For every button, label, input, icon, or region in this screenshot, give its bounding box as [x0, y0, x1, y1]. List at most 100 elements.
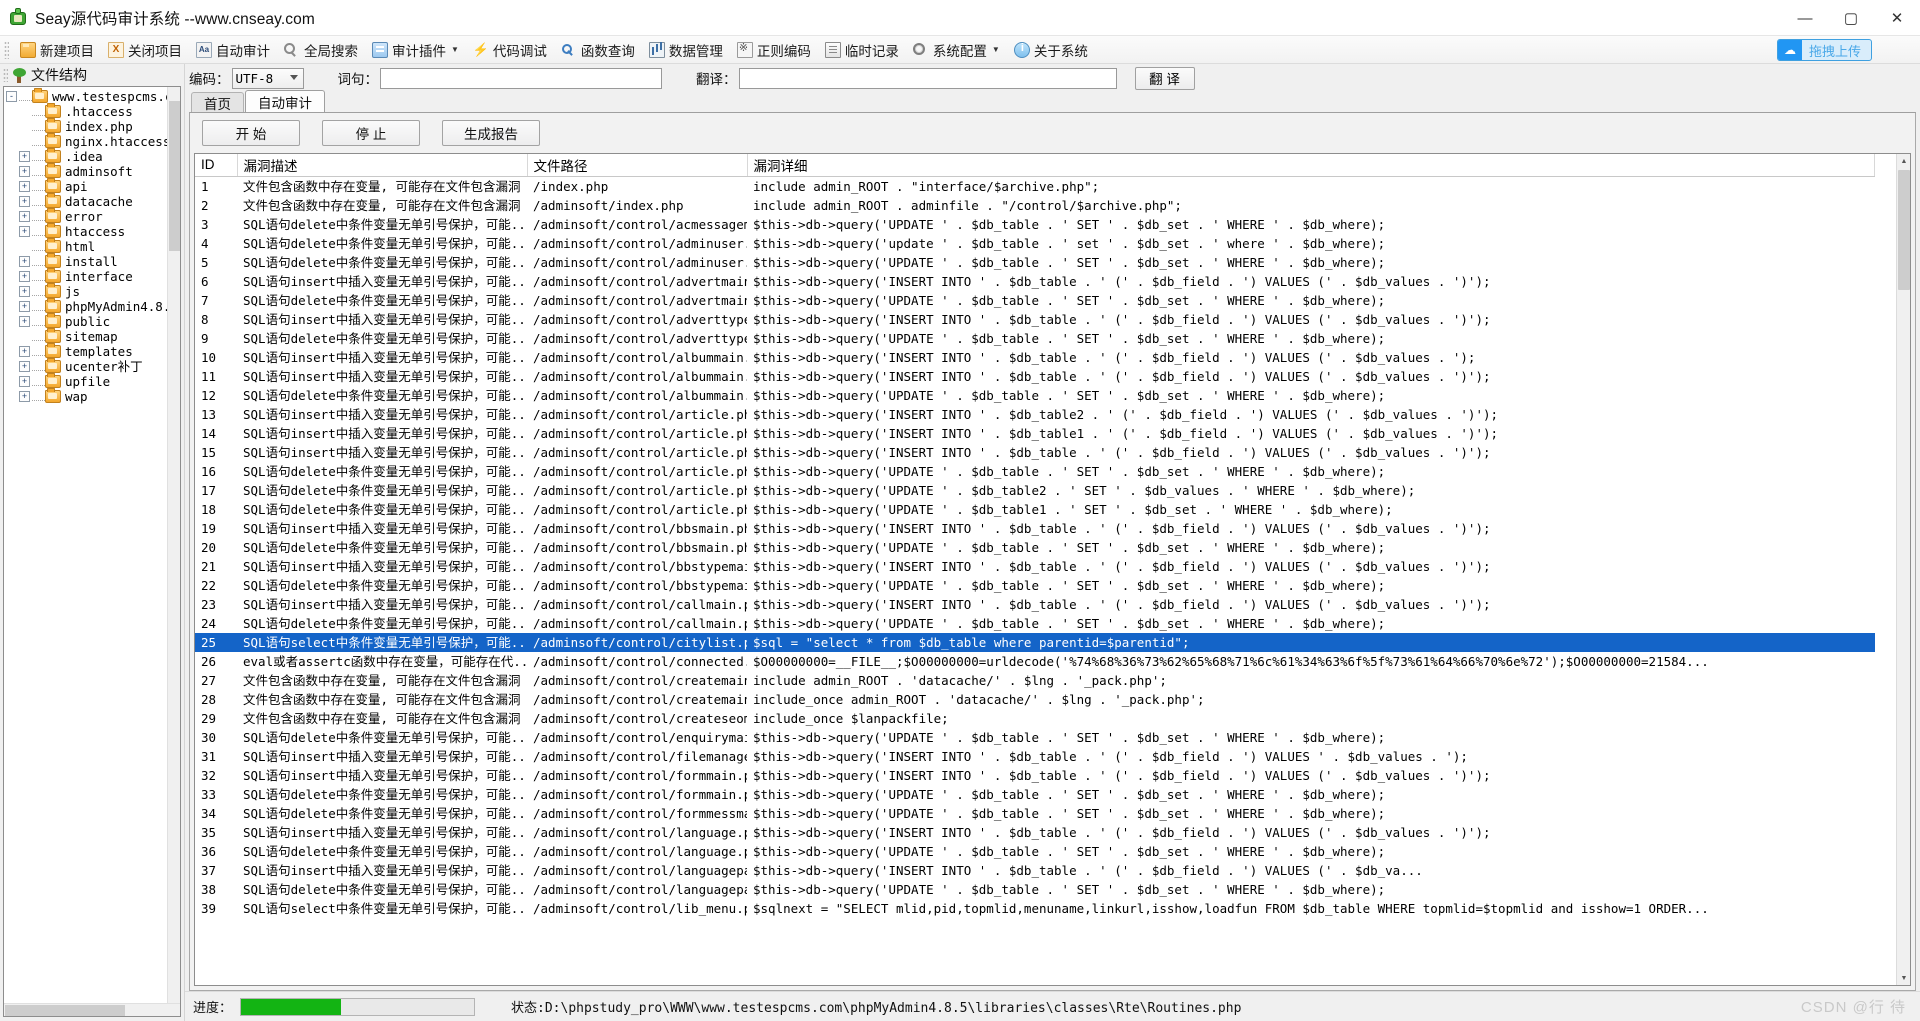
translate-button[interactable]: 翻 译 — [1134, 66, 1195, 90]
table-row[interactable]: 7 SQL语句delete中条件变量无单引号保护，可能... /adminsoft/… — [195, 291, 1875, 310]
toolbar-item-code-debug[interactable]: ⚡ 代码调试 — [466, 38, 554, 62]
expand-icon[interactable]: + — [19, 166, 30, 177]
table-row[interactable]: 25 SQL语句select中条件变量无单引号保护，可能.../adminsoft… — [195, 632, 1875, 652]
expand-icon[interactable]: + — [19, 226, 30, 237]
tree-node[interactable]: + adminsoft — [6, 163, 180, 179]
expand-icon[interactable]: + — [19, 256, 30, 267]
table-row[interactable]: 9 SQL语句delete中条件变量无单引号保护，可能... /adminsoft/… — [195, 329, 1875, 348]
toolbar-item-system-config[interactable]: 系统配置 ▼ — [906, 38, 1007, 62]
tree-node[interactable]: + error — [6, 208, 180, 224]
tree-node[interactable]: - www.testespcms.cc — [6, 88, 180, 104]
tree-node[interactable]: + templates — [6, 343, 180, 359]
table-row[interactable]: 21 SQL语句insert中插入变量无单引号保护，可能... /adminsoft… — [195, 557, 1875, 576]
tree-node[interactable]: nginx.htaccess — [6, 133, 180, 149]
tree-scroll-thumb[interactable] — [169, 101, 180, 251]
tree-node[interactable]: + public — [6, 313, 180, 329]
tree-hscroll-thumb[interactable] — [5, 1005, 125, 1016]
expand-icon[interactable]: + — [19, 196, 30, 207]
table-row[interactable]: 16 SQL语句delete中条件变量无单引号保护，可能... /adminsoft… — [195, 462, 1875, 481]
generate-report-button[interactable]: 生成报告 — [442, 120, 540, 146]
file-tree[interactable]: - www.testespcms.cc .htaccess index.php ngin… — [3, 86, 181, 1017]
table-row[interactable]: 20 SQL语句delete中条件变量无单引号保护，可能... /adminsoft… — [195, 538, 1875, 557]
column-header-desc[interactable]: 漏洞描述 — [237, 154, 528, 177]
close-button[interactable]: ✕ — [1874, 0, 1920, 36]
table-row[interactable]: 29 文件包含函数中存在变量, 可能存在文件包含漏洞/adminsoft/cont… — [195, 709, 1875, 728]
toolbar-item-close-project[interactable]: X 关闭项目 — [101, 38, 189, 62]
expand-icon[interactable]: + — [19, 211, 30, 222]
table-row[interactable]: 2 文件包含函数中存在变量, 可能存在文件包含漏洞/adminsoft/index… — [195, 196, 1875, 215]
tree-node[interactable]: + install — [6, 253, 180, 269]
table-row[interactable]: 36 SQL语句delete中条件变量无单引号保护，可能... /adminsoft… — [195, 842, 1875, 861]
table-row[interactable]: 22 SQL语句delete中条件变量无单引号保护，可能... /adminsoft… — [195, 576, 1875, 595]
table-row[interactable]: 38 SQL语句delete中条件变量无单引号保护，可能... /adminsoft… — [195, 880, 1875, 899]
tree-node[interactable]: + ucenter补丁 — [6, 358, 180, 374]
stop-button[interactable]: 停 止 — [322, 120, 420, 146]
table-row[interactable]: 4 SQL语句delete中条件变量无单引号保护，可能... /adminsoft/… — [195, 234, 1875, 253]
start-button[interactable]: 开 始 — [202, 120, 300, 146]
tree-node[interactable]: index.php — [6, 118, 180, 134]
table-row[interactable]: 24 SQL语句delete中条件变量无单引号保护，可能... /adminsoft… — [195, 614, 1875, 633]
tab-auto-audit[interactable]: 自动审计 — [245, 90, 325, 112]
expand-icon[interactable]: + — [19, 151, 30, 162]
expand-icon[interactable]: + — [19, 376, 30, 387]
toolbar-item-data-manage[interactable]: 数据管理 — [642, 38, 730, 62]
table-row[interactable]: 39 SQL语句select中条件变量无单引号保护，可能... /adminsoft… — [195, 899, 1875, 918]
toolbar-grip[interactable] — [4, 40, 9, 59]
tree-node[interactable]: + interface — [6, 268, 180, 284]
toolbar-item-auto-audit[interactable]: Aa 自动审计 — [189, 38, 277, 62]
expand-icon[interactable]: + — [19, 301, 30, 312]
scroll-down-arrow[interactable]: ▼ — [1897, 971, 1910, 985]
tree-node[interactable]: + .idea — [6, 148, 180, 164]
minimize-button[interactable]: — — [1782, 0, 1828, 36]
table-row[interactable]: 35 SQL语句insert中插入变量无单引号保护，可能... /adminsoft… — [195, 823, 1875, 842]
collapse-icon[interactable]: - — [6, 91, 17, 102]
expand-icon[interactable]: + — [19, 346, 30, 357]
column-header-id[interactable]: ID — [195, 154, 238, 177]
toolbar-item-temp-record[interactable]: 临时记录 — [818, 38, 906, 62]
tree-vertical-scrollbar[interactable] — [167, 87, 180, 1016]
table-row[interactable]: 12 SQL语句delete中条件变量无单引号保护，可能... /adminsoft… — [195, 386, 1875, 405]
toolbar-item-audit-plugin[interactable]: 审计插件 ▼ — [365, 38, 466, 62]
table-row[interactable]: 14 SQL语句insert中插入变量无单引号保护，可能... /adminsoft… — [195, 424, 1875, 443]
table-row[interactable]: 11 SQL语句insert中插入变量无单引号保护，可能... /adminsoft… — [195, 367, 1875, 386]
toolbar-item-regex-encode[interactable]: 正则编码 — [730, 38, 818, 62]
table-scroll-thumb[interactable] — [1898, 170, 1910, 290]
table-row[interactable]: 28 文件包含函数中存在变量, 可能存在文件包含漏洞/adminsoft/cont… — [195, 690, 1875, 709]
table-row[interactable]: 27 文件包含函数中存在变量, 可能存在文件包含漏洞/adminsoft/cont… — [195, 671, 1875, 690]
table-row[interactable]: 32 SQL语句insert中插入变量无单引号保护，可能... /adminsoft… — [195, 766, 1875, 785]
table-row[interactable]: 3 SQL语句delete中条件变量无单引号保护，可能... /adminsoft/… — [195, 215, 1875, 234]
table-row[interactable]: 18 SQL语句delete中条件变量无单引号保护，可能... /adminsoft… — [195, 500, 1875, 519]
toolbar-item-global-search[interactable]: 全局搜索 — [277, 38, 365, 62]
panel-grip[interactable] — [3, 68, 8, 82]
table-row[interactable]: 13 SQL语句insert中插入变量无单引号保护，可能... /adminsoft… — [195, 405, 1875, 424]
tab-home[interactable]: 首页 — [191, 92, 244, 112]
tree-node[interactable]: sitemap — [6, 328, 180, 344]
table-row[interactable]: 1 文件包含函数中存在变量, 可能存在文件包含漏洞/index.php includ… — [195, 176, 1875, 196]
table-row[interactable]: 30 SQL语句delete中条件变量无单引号保护，可能... /adminsoft… — [195, 728, 1875, 747]
column-header-path[interactable]: 文件路径 — [527, 154, 748, 177]
table-row[interactable]: 31 SQL语句insert中插入变量无单引号保护，可能... /adminsoft… — [195, 747, 1875, 766]
translate-input[interactable] — [738, 67, 1117, 89]
maximize-button[interactable]: ▢ — [1828, 0, 1874, 36]
tree-node[interactable]: + api — [6, 178, 180, 194]
table-row[interactable]: 33 SQL语句delete中条件变量无单引号保护，可能... /adminsoft… — [195, 785, 1875, 804]
tree-node[interactable]: + upfile — [6, 373, 180, 389]
table-row[interactable]: 8 SQL语句insert中插入变量无单引号保护，可能... /adminsoft/… — [195, 310, 1875, 329]
table-row[interactable]: 10 SQL语句insert中插入变量无单引号保护，可能... /adminsoft… — [195, 348, 1875, 367]
toolbar-item-function-query[interactable]: 函数查询 — [554, 38, 642, 62]
expand-icon[interactable]: + — [19, 286, 30, 297]
word-input[interactable] — [380, 67, 662, 89]
toolbar-item-about-system[interactable]: 关于系统 — [1007, 38, 1095, 62]
expand-icon[interactable]: + — [19, 391, 30, 402]
expand-icon[interactable]: + — [19, 361, 30, 372]
column-header-detail[interactable]: 漏洞详细 — [747, 154, 1875, 177]
table-row[interactable]: 26 eval或者assertc函数中存在变量，可能存在代... /adminsof… — [195, 652, 1875, 671]
tree-node[interactable]: html — [6, 238, 180, 254]
scroll-up-arrow[interactable]: ▲ — [1897, 154, 1910, 168]
encoding-select[interactable]: UTF-8 — [231, 67, 304, 89]
tree-node[interactable]: + phpMyAdmin4.8.! — [6, 298, 180, 314]
expand-icon[interactable]: + — [19, 181, 30, 192]
table-row[interactable]: 6 SQL语句insert中插入变量无单引号保护，可能... /adminsoft/… — [195, 272, 1875, 291]
tree-node[interactable]: .htaccess — [6, 103, 180, 119]
table-row[interactable]: 23 SQL语句insert中插入变量无单引号保护，可能... /adminsoft… — [195, 595, 1875, 614]
